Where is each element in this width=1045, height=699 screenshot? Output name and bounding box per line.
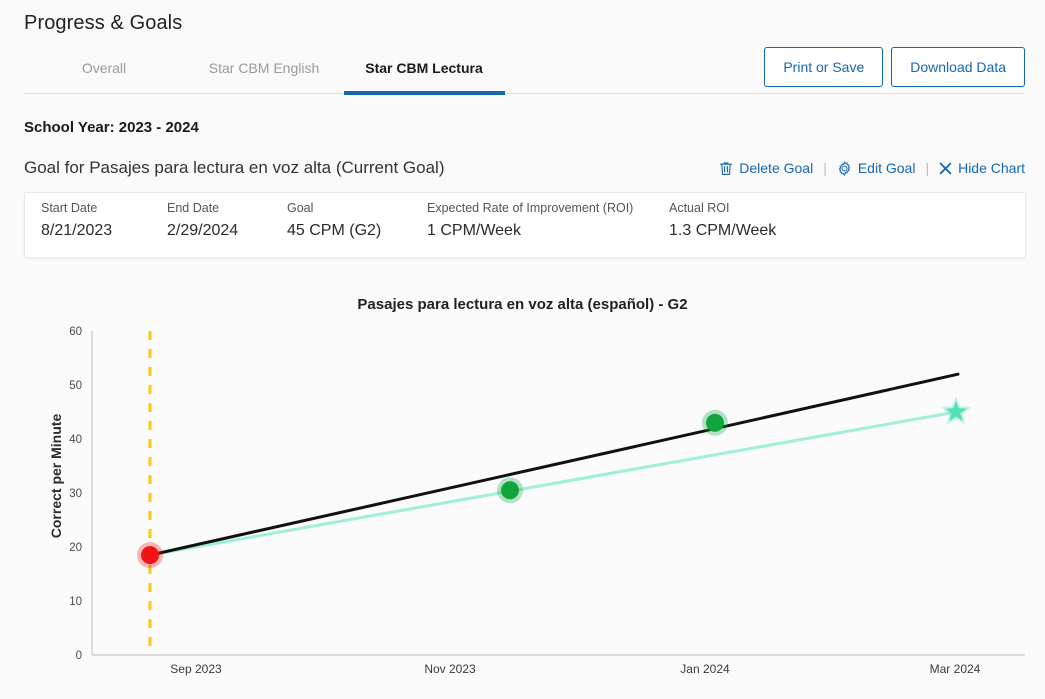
goal-actions: Delete Goal | Edit Goal | Hide Chart <box>719 160 1025 176</box>
x-tick-label: Sep 2023 <box>170 662 222 676</box>
info-header-goal: Goal <box>287 201 314 215</box>
info-col-goal: Goal 45 CPM (G2) <box>287 201 381 240</box>
y-tick-label: 30 <box>69 488 82 500</box>
y-tick-label: 10 <box>69 596 82 608</box>
header-actions: Print or Save Download Data <box>764 47 1025 87</box>
trash-icon <box>719 161 733 176</box>
y-tick-label: 40 <box>69 434 82 446</box>
edit-goal-label: Edit Goal <box>857 160 916 176</box>
y-tick-label: 20 <box>69 542 82 554</box>
info-header-actual-roi: Actual ROI <box>669 201 730 215</box>
info-header-expected-roi: Expected Rate of Improvement (ROI) <box>427 201 634 215</box>
x-axis-ticks: Sep 2023 Nov 2023 Jan 2024 Mar 2024 <box>170 662 980 676</box>
trend-line <box>148 410 958 557</box>
goal-action-separator-2: | <box>925 160 930 176</box>
gear-icon <box>837 160 852 176</box>
info-col-start-date: Start Date 8/21/2023 <box>41 201 112 240</box>
data-point-circle[interactable] <box>141 546 159 565</box>
info-col-expected-roi: Expected Rate of Improvement (ROI) 1 CPM… <box>427 201 633 240</box>
active-tab-indicator <box>344 91 505 95</box>
tab-star-cbm-lectura[interactable]: Star CBM Lectura <box>344 52 504 90</box>
delete-goal-link[interactable]: Delete Goal <box>719 160 813 176</box>
goal-title: Goal for Pasajes para lectura en voz alt… <box>24 158 445 177</box>
info-value-expected-roi: 1 CPM/Week <box>427 222 521 239</box>
tab-divider <box>24 93 1024 94</box>
info-col-actual-roi: Actual ROI 1.3 CPM/Week <box>669 201 776 240</box>
goal-line <box>148 372 960 557</box>
hide-chart-link[interactable]: Hide Chart <box>939 160 1025 176</box>
page-title: Progress & Goals <box>24 12 183 34</box>
info-header-start-date: Start Date <box>41 201 98 215</box>
info-value-start-date: 8/21/2023 <box>41 222 113 239</box>
tab-star-cbm-english[interactable]: Star CBM English <box>184 52 344 90</box>
progress-chart: Pasajes para lectura en voz alta (españo… <box>0 276 1045 699</box>
close-icon <box>939 162 952 175</box>
x-tick-label: Nov 2023 <box>424 662 476 676</box>
info-value-goal: 45 CPM (G2) <box>287 222 382 239</box>
y-tick-label: 50 <box>69 380 82 392</box>
goal-summary-card: Start Date 8/21/2023 End Date 2/29/2024 … <box>24 192 1026 258</box>
hide-chart-label: Hide Chart <box>958 160 1025 176</box>
tab-overall[interactable]: Overall <box>24 52 184 90</box>
y-axis-ticks: 0 10 20 30 40 50 60 <box>69 326 82 662</box>
school-year-label: School Year: 2023 - 2024 <box>24 119 199 136</box>
chart-canvas: 0 10 20 30 40 50 60 Sep 2023 Nov 2023 Jan 2024 Ma… <box>69 326 1025 676</box>
edit-goal-link[interactable]: Edit Goal <box>837 160 916 176</box>
print-or-save-button[interactable]: Print or Save <box>764 47 884 87</box>
x-tick-label: Jan 2024 <box>680 662 730 676</box>
x-tick-label: Mar 2024 <box>930 662 981 676</box>
y-tick-label: 60 <box>69 326 82 338</box>
goal-action-separator-1: | <box>823 160 827 176</box>
data-point-circle[interactable] <box>706 413 724 432</box>
delete-goal-label: Delete Goal <box>739 160 814 176</box>
tab-list: Overall Star CBM English Star CBM Lectur… <box>24 52 504 90</box>
data-point-circle[interactable] <box>501 481 519 500</box>
info-value-end-date: 2/29/2024 <box>167 222 239 239</box>
info-col-end-date: End Date 2/29/2024 <box>167 201 238 240</box>
info-value-actual-roi: 1.3 CPM/Week <box>669 222 777 239</box>
download-data-button[interactable]: Download Data <box>891 47 1025 87</box>
info-header-end-date: End Date <box>167 201 220 215</box>
y-tick-label: 0 <box>76 650 82 662</box>
